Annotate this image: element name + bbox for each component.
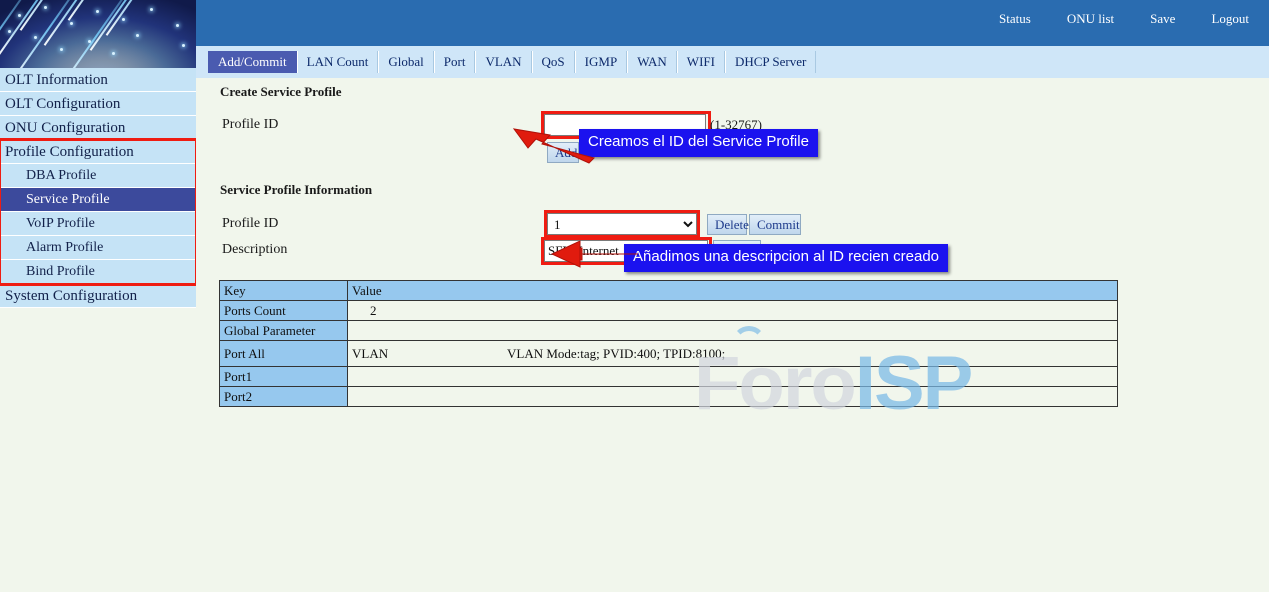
sidebar-item-alarm-profile[interactable]: Alarm Profile [0,236,196,260]
create-section-title: Create Service Profile [220,84,342,99]
delete-button[interactable]: Delete [707,214,749,235]
top-header: Status ONU list Save Logout [196,0,1269,46]
banner-light-dot [70,22,73,25]
callout-description: Añadimos una descripcion al ID recien cr… [624,244,948,272]
arrow-to-profile-id [512,128,595,164]
table-cell-value [347,386,1118,407]
sidebar-item-olt-information[interactable]: OLT Information [0,68,196,92]
tab-dhcp-server[interactable]: DHCP Server [724,51,817,73]
sidebar-item-system-configuration[interactable]: System Configuration [0,284,196,308]
top-nav-save[interactable]: Save [1150,11,1175,27]
table-row: Global Parameter [219,320,1118,341]
table-header-key: Key [219,280,348,301]
commit-button[interactable]: Commit [749,214,801,235]
sidebar-item-olt-configuration[interactable]: OLT Configuration [0,92,196,116]
banner-light-dot [44,6,47,9]
top-nav-links: Status ONU list Save Logout [999,11,1249,27]
page-root: OLT Information OLT Configuration ONU Conf… [0,0,1269,592]
table-cell-key: Global Parameter [219,320,348,341]
sidebar-item-service-profile[interactable]: Service Profile [0,188,196,212]
tab-lan-count[interactable]: LAN Count [296,51,379,73]
info-section-title: Service Profile Information [220,182,373,197]
banner-light-dot [18,14,21,17]
banner-light-dot [182,44,185,47]
table-cell-subkey: VLAN [352,345,389,361]
banner-light-dot [150,8,153,11]
create-profile-id-label: Profile ID [222,117,279,132]
top-nav-onu-list[interactable]: ONU list [1067,11,1114,27]
tab-wifi[interactable]: WIFI [676,51,725,73]
sidebar: OLT Information OLT Configuration ONU Conf… [0,0,198,592]
sidebar-item-voip-profile[interactable]: VoIP Profile [0,212,196,236]
table-cell-key: Ports Count [219,300,348,321]
table-header-value: Value [347,280,1118,301]
tab-qos[interactable]: QoS [531,51,575,73]
tab-add-commit[interactable]: Add/Commit [208,51,297,73]
sidebar-item-profile-configuration[interactable]: Profile Configuration [0,140,196,164]
tab-global[interactable]: Global [378,51,434,73]
banner-light-dot [96,10,99,13]
tab-list: Add/Commit LAN Count Global Port VLAN QoS IGMP… [208,46,817,73]
tab-vlan[interactable]: VLAN [475,51,532,73]
banner-light-dot [122,18,125,21]
table-cell-key: Port All [219,340,348,367]
table-cell-key: Port2 [219,386,348,407]
table-cell-value [347,366,1118,387]
sidebar-nav: OLT Information OLT Configuration ONU Conf… [0,68,198,308]
table-cell-subvalue: VLAN Mode:tag; PVID:400; TPID:8100; [507,345,726,361]
table-cell-key: Port1 [219,366,348,387]
banner-light-dot [8,30,11,33]
table-cell-value: VLAN VLAN Mode:tag; PVID:400; TPID:8100; [347,340,1118,367]
sidebar-item-dba-profile[interactable]: DBA Profile [0,164,196,188]
tab-igmp[interactable]: IGMP [574,51,628,73]
tab-port[interactable]: Port [433,51,476,73]
callout-create-id: Creamos el ID del Service Profile [579,129,818,157]
sidebar-group-profile-configuration: Profile Configuration DBA Profile Service … [0,138,198,286]
info-profile-id-label: Profile ID [222,216,279,231]
description-label: Description [222,242,288,257]
tab-wan[interactable]: WAN [627,51,677,73]
banner-light-dot [136,34,139,37]
table-row: Ports Count 2 [219,300,1118,321]
sidebar-item-bind-profile[interactable]: Bind Profile [0,260,196,284]
banner-light-dot [88,40,91,43]
banner-light-dot [34,36,37,39]
table-header-row: Key Value [219,280,1118,301]
sidebar-item-onu-configuration[interactable]: ONU Configuration [0,116,196,140]
tab-strip: Add/Commit LAN Count Global Port VLAN QoS IGMP… [196,46,1269,78]
banner-light-dot [60,48,63,51]
table-cell-value: 2 [347,300,1118,321]
table-row: Port2 [219,386,1118,407]
table-cell-value [347,320,1118,341]
banner-light-dot [112,52,115,55]
top-nav-status[interactable]: Status [999,11,1031,27]
banner-light-dot [176,24,179,27]
profile-id-select[interactable]: 1 [547,213,697,235]
table-row: Port1 [219,366,1118,387]
table-row: Port All VLAN VLAN Mode:tag; PVID:400; TPI… [219,340,1118,367]
banner-image [0,0,196,68]
main-content: Create Service Profile Profile ID (1-327… [196,78,1269,592]
arrow-to-submit [550,240,638,268]
service-profile-table: Key Value Ports Count 2 Global Parameter Po… [219,280,1118,407]
top-nav-logout[interactable]: Logout [1211,11,1249,27]
